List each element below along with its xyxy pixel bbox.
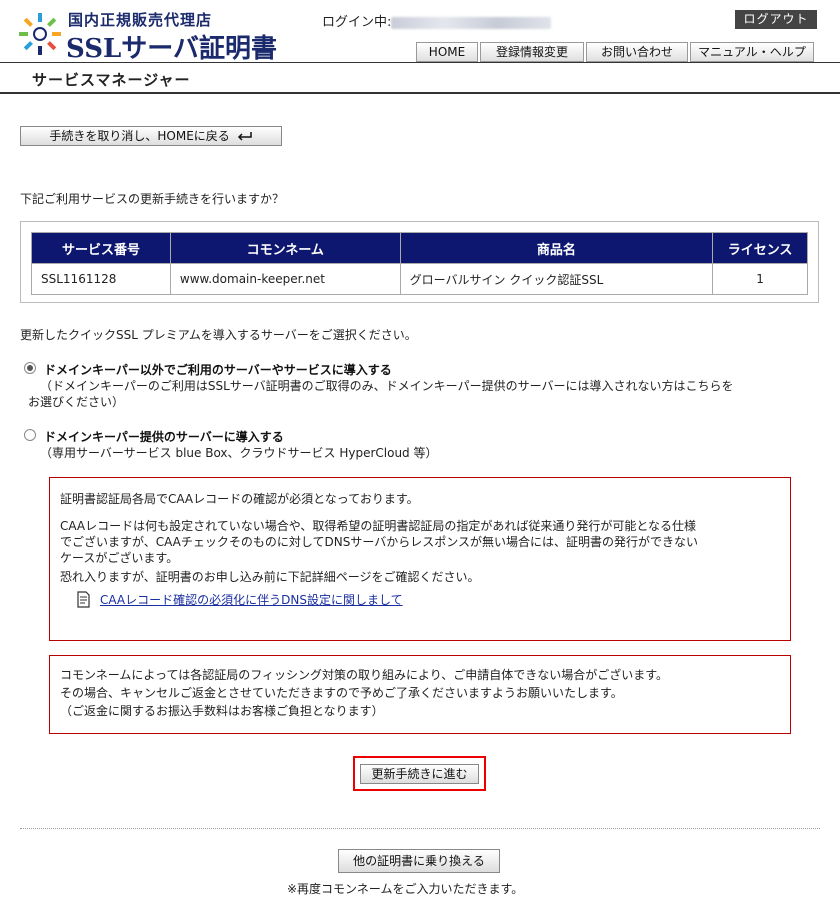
radio-external-server[interactable] [24,362,36,374]
phishing-line2: その場合、キャンセルご返金とさせていただきますので予めご了承くださいますようお願… [60,686,623,700]
cell-common-name: www.domain-keeper.net [169,263,401,295]
logo-title: SSLサーバ証明書 [66,34,278,64]
section-divider [0,92,840,94]
caa-line1: 証明書認証局各局でCAAレコードの確認が必須となっております。 [60,492,419,506]
col-common-name: コモンネーム [169,232,401,264]
option-external-note-line1: （ドメインキーパーのご利用はSSLサーバ証明書のご取得のみ、ドメインキーパー提供… [40,379,734,393]
renewal-question: 下記ご利用サービスの更新手続きを行いますか？ [20,192,285,206]
cancel-home-button[interactable]: 手続きを取り消し、HOMEに戻る [20,126,282,146]
phishing-notice: コモンネームによっては各認証局のフィッシング対策の取り組みにより、ご申請自体でき… [49,655,791,734]
service-table-container: サービス番号 コモンネーム 商品名 ライセンス SSL1161128 www.d… [20,221,819,303]
table-row: SSL1161128 www.domain-keeper.net グローバルサイ… [31,263,808,295]
caa-line5: 恐れ入りますが、証明書のお申し込み前に下記詳細ページをご確認ください。 [60,570,480,584]
caa-line3: でございますが、CAAチェックそのものに対してDNSサーバからレスポンスが無い場… [60,535,699,549]
nav-home[interactable]: HOME [416,42,478,62]
option-external-label[interactable]: ドメインキーパー以外でご利用のサーバーやサービスに導入する [44,361,392,378]
radio-keeper-server[interactable] [24,429,36,441]
option-keeper-label[interactable]: ドメインキーパー提供のサーバーに導入する [44,428,284,445]
service-table: サービス番号 コモンネーム 商品名 ライセンス SSL1161128 www.d… [31,232,808,295]
switch-note: ※再度コモンネームをご入力いただきます。 [287,882,524,896]
login-user-redacted [391,16,552,29]
logout-button[interactable]: ログアウト [735,10,817,29]
proceed-highlight: 更新手続きに進む [353,756,486,791]
switch-certificate-button[interactable]: 他の証明書に乗り換える [338,849,500,873]
col-product-name: 商品名 [399,232,714,264]
caa-details-link[interactable]: CAAレコード確認の必須化に伴うDNS設定に関しまして [100,592,403,608]
logo-subtitle: 国内正規販売代理店 [68,11,213,29]
logo-flower-icon [19,13,61,55]
col-license: ライセンス [712,232,808,264]
document-icon [77,591,90,608]
nav-manual-help[interactable]: マニュアル・ヘルプ [690,42,814,62]
top-navigation: HOME 登録情報変更 お問い合わせ マニュアル・ヘルプ [416,42,816,62]
phishing-line3: （ご返金に関するお振込手数料はお客様ご負担となります） [60,704,384,718]
phishing-line1: コモンネームによっては各認証局のフィッシング対策の取り組みにより、ご申請自体でき… [60,668,669,682]
caa-line4: ケースがございます。 [60,551,179,565]
login-status: ログイン中: [322,11,552,30]
cancel-home-label: 手続きを取り消し、HOMEに戻る [49,129,230,143]
logo[interactable]: 国内正規販売代理店 SSLサーバ証明書 [18,8,318,64]
proceed-renewal-button[interactable]: 更新手続きに進む [360,764,479,784]
cell-product-name: グローバルサイン クイック認証SSL [399,263,714,295]
dotted-divider [20,828,820,829]
section-title: サービスマネージャー [32,71,191,89]
option-external-note: （ドメインキーパーのご利用はSSLサーバ証明書のご取得のみ、ドメインキーパー提供… [28,378,840,410]
server-select-prompt: 更新したクイックSSL プレミアムを導入するサーバーをご選択ください。 [20,328,417,342]
login-label: ログイン中: [322,15,392,30]
nav-account-settings[interactable]: 登録情報変更 [480,42,584,62]
option-keeper-note: （専用サーバーサービス blue Box、クラウドサービス HyperCloud… [40,445,840,461]
nav-contact[interactable]: お問い合わせ [586,42,688,62]
option-external-note-line2: お選びください） [28,395,125,409]
cell-service-number: SSL1161128 [31,263,171,295]
return-arrow-icon [237,132,252,141]
col-service-number: サービス番号 [31,232,171,264]
header-divider [0,62,840,63]
caa-line2: CAAレコードは何も設定されていない場合や、取得希望の証明書認証局の指定があれば… [60,519,697,533]
option-keeper-note-line1: （専用サーバーサービス blue Box、クラウドサービス HyperCloud… [40,446,438,460]
cell-license: 1 [712,263,808,295]
caa-notice: 証明書認証局各局でCAAレコードの確認が必須となっております。 CAAレコードは… [49,477,791,641]
